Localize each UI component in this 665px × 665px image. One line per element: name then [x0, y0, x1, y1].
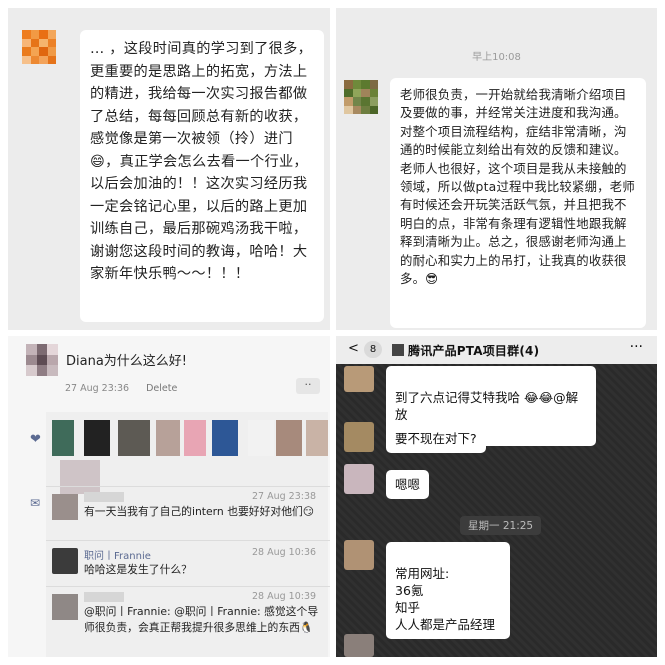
message-text: 老师很负责，一开始就给我清晰介绍项目及要做的事，并经常关注进度和我沟通。对整个项… — [400, 87, 635, 287]
message-bubble[interactable]: 嗯嗯 — [386, 470, 430, 499]
post-text: Diana为什么这么好! — [66, 354, 188, 369]
message-timestamp: 早上10:08 — [472, 52, 521, 63]
like-avatars — [52, 420, 328, 460]
message-bubble[interactable]: 要不现在对下? — [386, 424, 486, 453]
back-icon[interactable]: < — [348, 341, 359, 356]
group-avatar — [392, 344, 404, 356]
avatar[interactable] — [344, 540, 374, 570]
chat-header: < 8 腾讯产品PTA项目群(4) ··· — [336, 336, 657, 364]
avatar[interactable] — [344, 80, 378, 114]
comment-text: @职问丨Frannie: @职问丨Frannie: 感觉这个导师很负责，会真正帮… — [84, 605, 319, 634]
comment-time: 28 Aug 10:36 — [252, 547, 317, 558]
comment-avatar[interactable] — [52, 494, 78, 520]
comment-name[interactable]: 职问丨Frannie — [84, 547, 151, 562]
message-bubble[interactable]: … ，这段时间真的学习到了很多，更重要的是思路上的拓宽，方法上的精进，我给每一次… — [80, 30, 324, 322]
group-chat-panel: < 8 腾讯产品PTA项目群(4) ··· 到了六点记得艾特我哈 😂😂@解放 巴… — [336, 336, 657, 657]
divider — [46, 486, 330, 487]
comment-text: 有一天当我有了自己的intern 也要好好对他们😏 — [84, 505, 315, 518]
post-time: 27 Aug 23:36 — [65, 383, 130, 394]
chat-panel-2: 早上10:08 老师很负责，一开始就给我清晰介绍项目及要做的事，并经常关注进度和… — [336, 8, 657, 330]
chat-title: 腾讯产品PTA项目群(4) — [408, 344, 540, 358]
like-avatars-row2 — [60, 460, 100, 494]
avatar[interactable] — [26, 344, 58, 376]
comment-name — [84, 592, 124, 602]
unread-badge: 8 — [364, 341, 382, 358]
comment-icon: ✉ — [30, 496, 41, 510]
comment-avatar[interactable] — [52, 548, 78, 574]
message-text: 常用网址: 36氪 知乎 人人都是产品经理 — [395, 566, 496, 632]
more-button[interactable]: ·· — [296, 378, 320, 394]
comment-name — [84, 492, 124, 502]
heart-icon: ❤ — [30, 432, 41, 447]
message-bubble[interactable]: 常用网址: 36氪 知乎 人人都是产品经理 — [386, 542, 510, 639]
divider — [46, 586, 330, 587]
moments-panel: Diana为什么这么好! 27 Aug 23:36 Delete ·· ❤ ✉ … — [8, 336, 330, 657]
avatar[interactable] — [344, 634, 374, 657]
delete-link[interactable]: Delete — [146, 383, 177, 394]
more-icon[interactable]: ··· — [630, 339, 643, 355]
message-bubble[interactable]: 老师很负责，一开始就给我清晰介绍项目及要做的事，并经常关注进度和我沟通。对整个项… — [390, 78, 646, 328]
avatar[interactable] — [22, 30, 56, 64]
message-text: 嗯嗯 — [395, 477, 421, 492]
comment-time: 28 Aug 10:39 — [252, 591, 317, 602]
post-meta: 27 Aug 23:36 Delete — [65, 383, 177, 394]
avatar[interactable] — [344, 422, 374, 452]
message-text: 要不现在对下? — [395, 431, 477, 446]
message-text: … ，这段时间真的学习到了很多，更重要的是思路上的拓宽，方法上的精进，我给每一次… — [90, 41, 313, 282]
avatar[interactable] — [344, 464, 374, 494]
comment-avatar[interactable] — [52, 594, 78, 620]
avatar[interactable] — [344, 366, 374, 392]
comment-text: 哈哈这是发生了什么？ — [84, 563, 192, 576]
divider — [46, 540, 330, 541]
comment-time: 27 Aug 23:38 — [252, 491, 317, 502]
chat-panel-1: … ，这段时间真的学习到了很多，更重要的是思路上的拓宽，方法上的精进，我给每一次… — [8, 8, 330, 330]
system-timestamp: 星期一 21:25 — [460, 516, 542, 535]
